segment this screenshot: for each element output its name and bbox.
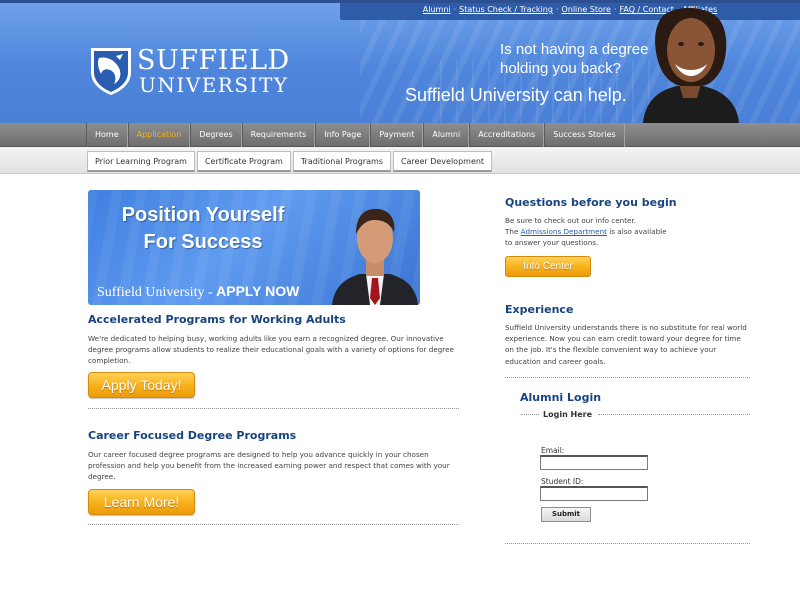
login-fieldset-border — [598, 414, 750, 415]
nav-alumni[interactable]: Alumni — [423, 123, 470, 147]
nav-home[interactable]: Home — [86, 123, 128, 147]
section-divider — [505, 377, 750, 378]
accelerated-title: Accelerated Programs for Working Adults — [88, 313, 346, 326]
nav-degrees[interactable]: Degrees — [190, 123, 242, 147]
banner-cta-prefix: Suffield University - — [97, 285, 217, 300]
login-here-legend: Login Here — [541, 410, 595, 419]
logo-name-line1: SUFFIELD — [137, 45, 290, 76]
subnav-traditional[interactable]: Traditional Programs — [292, 151, 391, 172]
logo-name-line2: UNIVERSITY — [139, 73, 289, 97]
banner-headline-line2: For Success — [143, 231, 263, 253]
nav-success-stories[interactable]: Success Stories — [544, 123, 625, 147]
experience-body: Suffield University understands there is… — [505, 323, 747, 366]
banner-headline-line1: Position Yourself — [121, 204, 285, 226]
main-nav: Home Application Degrees Requirements In… — [0, 123, 800, 147]
nav-payment[interactable]: Payment — [370, 123, 424, 147]
email-field[interactable] — [540, 455, 648, 470]
businessman-photo — [332, 208, 418, 305]
util-link-alumni[interactable]: Alumni — [423, 5, 451, 14]
section-divider — [88, 408, 459, 409]
util-separator: · — [613, 5, 617, 14]
university-logo[interactable]: SUFFIELD UNIVERSITY — [89, 45, 299, 98]
banner-cta-bold: APPLY NOW — [216, 283, 300, 299]
util-link-online-store[interactable]: Online Store — [561, 5, 611, 14]
student-id-field[interactable] — [540, 486, 648, 501]
subnav-prior-learning[interactable]: Prior Learning Program — [87, 151, 195, 172]
nav-info-page[interactable]: Info Page — [315, 123, 371, 147]
nav-requirements[interactable]: Requirements — [241, 123, 316, 147]
nav-accreditations[interactable]: Accreditations — [469, 123, 545, 147]
crest-icon — [91, 48, 131, 95]
apply-now-banner[interactable]: Position Yourself For Success Suffield U… — [88, 190, 420, 305]
email-label: Email: — [541, 446, 565, 455]
accelerated-body: We're dedicated to helping busy, working… — [88, 334, 454, 366]
questions-title: Questions before you begin — [505, 196, 677, 209]
questions-line3: to answer your questions. — [505, 238, 599, 248]
login-fieldset-border — [521, 414, 539, 415]
section-divider — [88, 524, 459, 525]
banner-headline: Position Yourself For Success — [88, 202, 318, 256]
sub-nav: Prior Learning Program Certificate Progr… — [0, 147, 800, 174]
alumni-login-title: Alumni Login — [520, 391, 602, 404]
experience-title: Experience — [505, 303, 574, 316]
header-tagline-answer: Suffield University can help. — [405, 85, 627, 105]
apply-today-button[interactable]: Apply Today! — [88, 372, 195, 398]
career-title: Career Focused Degree Programs — [88, 429, 297, 442]
util-link-status-check[interactable]: Status Check / Tracking — [459, 5, 553, 14]
subnav-career-development[interactable]: Career Development — [392, 151, 493, 172]
util-separator: · — [555, 5, 559, 14]
questions-line1: Be sure to check out our info center. — [505, 216, 637, 225]
student-id-label: Student ID: — [541, 477, 584, 486]
site-header: Alumni · Status Check / Tracking · Online St… — [0, 0, 800, 123]
questions-body: Be sure to check out our info center. Th… — [505, 215, 750, 249]
admissions-department-link[interactable]: Admissions Department — [521, 227, 607, 236]
questions-line2-prefix: The — [505, 227, 521, 237]
questions-line2: The Admissions Department is also availa… — [505, 226, 750, 237]
learn-more-button[interactable]: Learn More! — [88, 489, 195, 515]
section-divider — [505, 543, 750, 544]
header-student-photo — [643, 7, 739, 123]
career-body: Our career focused degree programs are d… — [88, 450, 450, 482]
subnav-certificate[interactable]: Certificate Program — [196, 151, 291, 172]
nav-application[interactable]: Application — [127, 123, 191, 147]
submit-button[interactable]: Submit — [541, 507, 591, 522]
util-separator: · — [453, 5, 457, 14]
info-center-button[interactable]: Info Center — [505, 256, 591, 277]
banner-cta: Suffield University - APPLY NOW — [97, 283, 299, 301]
questions-line2-suffix: is also available — [606, 227, 667, 237]
